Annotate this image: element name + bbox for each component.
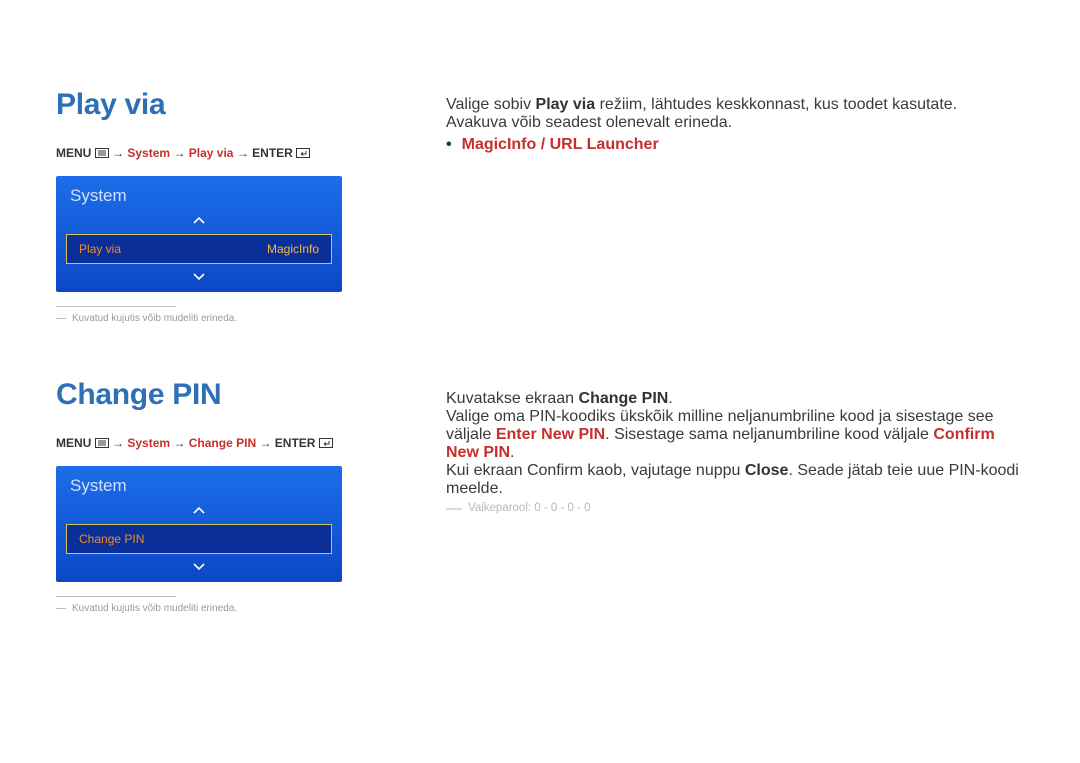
menu-item-play-via[interactable]: Play via MagicInfo bbox=[66, 234, 332, 264]
footnote-dash: ― bbox=[56, 603, 66, 614]
path-system: System bbox=[127, 146, 170, 160]
text-strong: Change PIN bbox=[579, 390, 669, 407]
spacer bbox=[446, 154, 1024, 390]
arrow-icon: → bbox=[259, 436, 271, 450]
bullet-text: MagicInfo / URL Launcher bbox=[462, 136, 659, 154]
arrow-icon: → bbox=[112, 146, 124, 160]
enter-icon bbox=[319, 438, 333, 448]
heading-play-via: Play via bbox=[56, 88, 366, 122]
chevron-up-icon[interactable] bbox=[56, 214, 342, 228]
text-strong: Play via bbox=[536, 96, 596, 113]
arrow-icon: → bbox=[237, 146, 249, 160]
system-menu-panel-changepin: System Change PIN bbox=[56, 466, 342, 582]
default-password-note: ― Vaikeparool: 0 - 0 - 0 - 0 bbox=[446, 502, 1024, 516]
heading-change-pin: Change PIN bbox=[56, 378, 366, 412]
menu-item-change-pin[interactable]: Change PIN bbox=[66, 524, 332, 554]
divider bbox=[56, 596, 176, 597]
footnote-playvia: ― Kuvatud kujutis võib mudeliti erineda. bbox=[56, 313, 366, 324]
chevron-down-icon[interactable] bbox=[56, 560, 342, 574]
note-dash: ― bbox=[446, 502, 462, 516]
footnote-text: Kuvatud kujutis võib mudeliti erineda. bbox=[72, 313, 237, 324]
divider bbox=[56, 306, 176, 307]
right-column: Valige sobiv Play via režiim, lähtudes k… bbox=[446, 88, 1024, 614]
body-line: Valige oma PIN-koodiks ükskõik milline n… bbox=[446, 408, 1024, 462]
footnote-changepin: ― Kuvatud kujutis võib mudeliti erineda. bbox=[56, 603, 366, 614]
system-menu-panel-playvia: System Play via MagicInfo bbox=[56, 176, 342, 292]
arrow-icon: → bbox=[173, 436, 185, 450]
text: Valige sobiv bbox=[446, 96, 536, 113]
text: . bbox=[668, 390, 672, 407]
menu-header: System bbox=[56, 466, 342, 504]
enter-icon bbox=[296, 148, 310, 158]
arrow-icon: → bbox=[173, 146, 185, 160]
note-text: Vaikeparool: 0 - 0 - 0 - 0 bbox=[468, 502, 591, 516]
text: . Sisestage sama neljanumbriline kood vä… bbox=[605, 426, 933, 443]
text-red: Enter New PIN bbox=[496, 426, 605, 443]
chevron-up-icon[interactable] bbox=[56, 504, 342, 518]
menu-item-value: MagicInfo bbox=[267, 242, 319, 256]
menu-header: System bbox=[56, 176, 342, 214]
body-line: Kui ekraan Confirm kaob, vajutage nuppu … bbox=[446, 462, 1024, 498]
menu-label: MENU bbox=[56, 436, 91, 450]
section-changepin-right: Kuvatakse ekraan Change PIN. Valige oma … bbox=[446, 390, 1024, 516]
text: Kuvatakse ekraan bbox=[446, 390, 579, 407]
text: režiim, lähtudes keskkonnast, kus toodet… bbox=[595, 96, 957, 113]
body-line: Valige sobiv Play via režiim, lähtudes k… bbox=[446, 96, 1024, 114]
text: . bbox=[510, 444, 514, 461]
bullet-item: • MagicInfo / URL Launcher bbox=[446, 136, 1024, 154]
menu-item-label: Change PIN bbox=[79, 532, 144, 546]
arrow-icon: → bbox=[112, 436, 124, 450]
section-changepin-left: Change PIN MENU → System → Change PIN → … bbox=[56, 378, 366, 614]
body-line: Kuvatakse ekraan Change PIN. bbox=[446, 390, 1024, 408]
breadcrumb-play-via: MENU → System → Play via → ENTER bbox=[56, 146, 366, 160]
menu-label: MENU bbox=[56, 146, 91, 160]
path-play-via: Play via bbox=[189, 146, 234, 160]
menu-icon bbox=[95, 148, 109, 158]
bullet-dot-icon: • bbox=[446, 136, 452, 154]
text-strong: Close bbox=[745, 462, 789, 479]
path-change-pin: Change PIN bbox=[189, 436, 256, 450]
left-column: Play via MENU → System → Play via → ENTE… bbox=[56, 88, 366, 614]
chevron-down-icon[interactable] bbox=[56, 270, 342, 284]
footnote-dash: ― bbox=[56, 313, 66, 324]
body-line: Avakuva võib seadest olenevalt erineda. bbox=[446, 114, 1024, 132]
menu-icon bbox=[95, 438, 109, 448]
page: Play via MENU → System → Play via → ENTE… bbox=[0, 0, 1080, 654]
section-playvia-right: Valige sobiv Play via režiim, lähtudes k… bbox=[446, 96, 1024, 154]
text: Kui ekraan Confirm kaob, vajutage nuppu bbox=[446, 462, 745, 479]
breadcrumb-change-pin: MENU → System → Change PIN → ENTER bbox=[56, 436, 366, 450]
footnote-text: Kuvatud kujutis võib mudeliti erineda. bbox=[72, 603, 237, 614]
enter-label: ENTER bbox=[275, 436, 316, 450]
enter-label: ENTER bbox=[252, 146, 293, 160]
menu-item-label: Play via bbox=[79, 242, 121, 256]
section-playvia-left: Play via MENU → System → Play via → ENTE… bbox=[56, 88, 366, 324]
path-system: System bbox=[127, 436, 170, 450]
